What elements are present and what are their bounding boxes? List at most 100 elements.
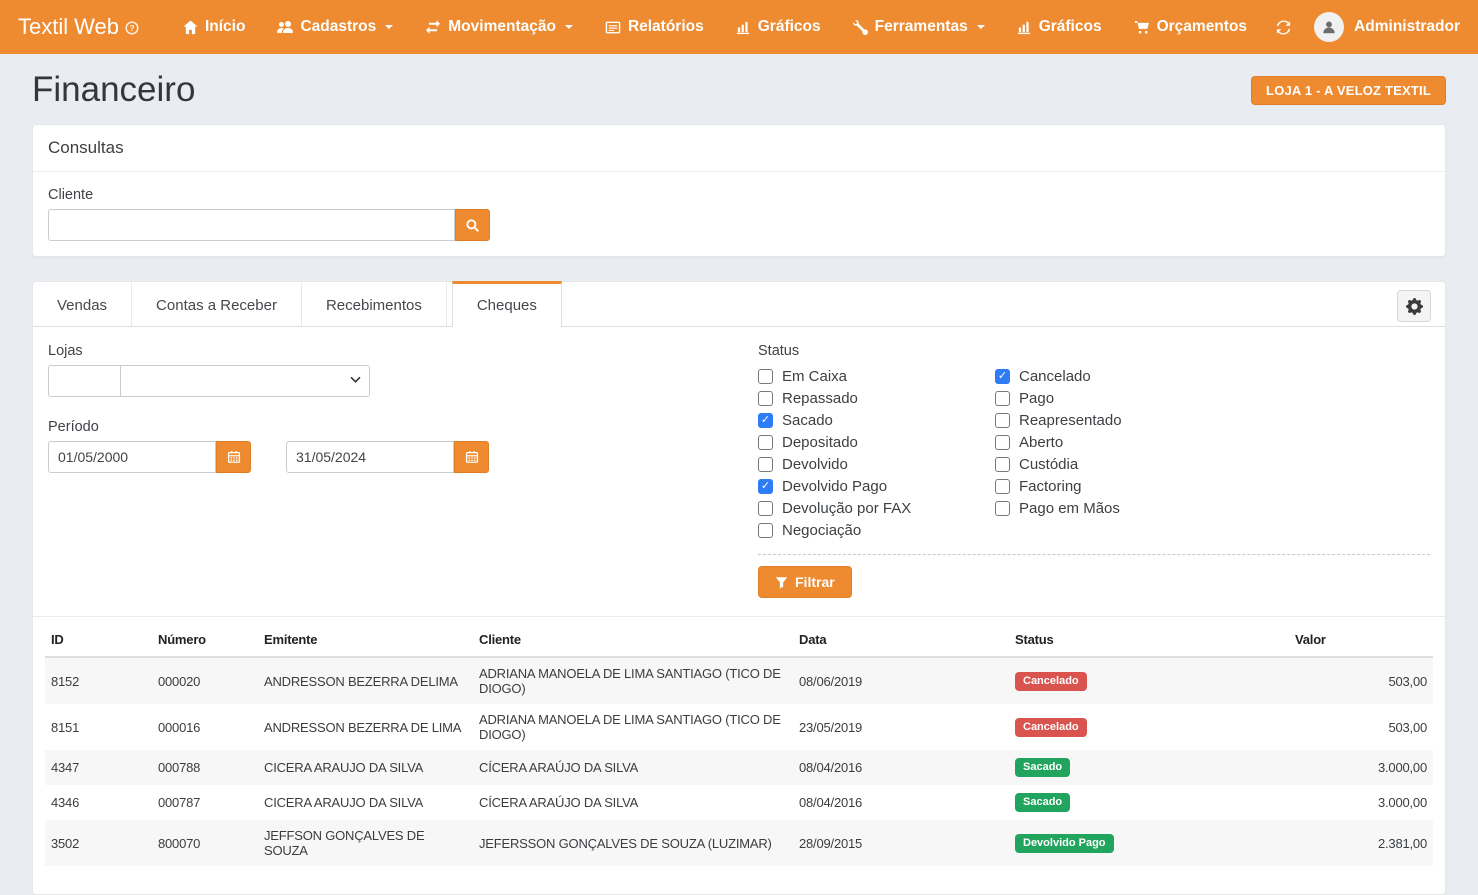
checkbox-box[interactable] bbox=[995, 435, 1010, 450]
tab-recebimentos[interactable]: Recebimentos bbox=[302, 281, 447, 326]
cart-icon bbox=[1134, 20, 1150, 35]
status-checkbox-em-caixa[interactable]: Em Caixa bbox=[758, 365, 995, 387]
status-checkbox-pago[interactable]: Pago bbox=[995, 387, 1232, 409]
bar-chart-icon bbox=[1017, 20, 1032, 35]
checkbox-box[interactable] bbox=[995, 369, 1010, 384]
nav-item-cadastros[interactable]: Cadastros bbox=[261, 0, 409, 54]
status-checkbox-factoring[interactable]: Factoring bbox=[995, 475, 1232, 497]
checkbox-box[interactable] bbox=[995, 457, 1010, 472]
status-checkbox-depositado[interactable]: Depositado bbox=[758, 431, 995, 453]
tab-label: Recebimentos bbox=[326, 297, 422, 314]
store-selector-button[interactable]: LOJA 1 - A VELOZ TEXTIL bbox=[1251, 76, 1446, 105]
status-checkbox-pago-em-maos[interactable]: Pago em Mãos bbox=[995, 497, 1232, 519]
table-row: 8152000020ANDRESSON BEZERRA DELIMAADRIAN… bbox=[45, 657, 1433, 704]
status-badge: Devolvido Pago bbox=[1015, 834, 1114, 853]
cell-data: 28/09/2015 bbox=[793, 820, 1009, 866]
date-from-input[interactable] bbox=[48, 441, 216, 473]
cell-emitente: CICERA ARAUJO DA SILVA bbox=[258, 750, 473, 785]
status-badge: Cancelado bbox=[1015, 718, 1087, 737]
loja-code-input[interactable] bbox=[48, 365, 121, 397]
tab-vendas[interactable]: Vendas bbox=[33, 281, 132, 326]
cell-data: 08/04/2016 bbox=[793, 750, 1009, 785]
date-to-input[interactable] bbox=[286, 441, 454, 473]
cell-cliente: ADRIANA MANOELA DE LIMA SANTIAGO (TICO D… bbox=[473, 657, 793, 704]
filter-icon bbox=[775, 576, 788, 589]
status-checkbox-negociacao[interactable]: Negociação bbox=[758, 519, 995, 541]
date-to-calendar-button[interactable] bbox=[454, 441, 489, 473]
search-button[interactable] bbox=[455, 209, 490, 241]
settings-button[interactable] bbox=[1397, 290, 1431, 322]
checkbox-box[interactable] bbox=[758, 479, 773, 494]
date-from-calendar-button[interactable] bbox=[216, 441, 251, 473]
question-circle-icon[interactable]: ? bbox=[125, 21, 139, 35]
checkbox-box[interactable] bbox=[758, 501, 773, 516]
cell-cliente: CÍCERA ARAÚJO DA SILVA bbox=[473, 785, 793, 820]
status-checkbox-aberto[interactable]: Aberto bbox=[995, 431, 1232, 453]
bar-chart-icon bbox=[736, 20, 751, 35]
table-row: 8151000016ANDRESSON BEZERRA DE LIMAADRIA… bbox=[45, 704, 1433, 750]
cheques-table: IDNúmeroEmitenteClienteDataStatusValor 8… bbox=[45, 623, 1433, 866]
nav-item-inicio[interactable]: Início bbox=[167, 0, 261, 54]
status-checkbox-custodia[interactable]: Custódia bbox=[995, 453, 1232, 475]
status-checkbox-devolvido[interactable]: Devolvido bbox=[758, 453, 995, 475]
nav-item-relatorios[interactable]: Relatórios bbox=[589, 0, 720, 54]
table-row: 3502800070JEFFSON GONÇALVES DE SOUZAJEFE… bbox=[45, 820, 1433, 866]
column-header-data: Data bbox=[793, 623, 1009, 657]
cell-cliente: JEFERSSON GONÇALVES DE SOUZA (LUZIMAR) bbox=[473, 820, 793, 866]
nav-item-orcamentos[interactable]: Orçamentos bbox=[1118, 0, 1263, 54]
cell-valor: 2.381,00 bbox=[1289, 820, 1433, 866]
checkbox-box[interactable] bbox=[758, 413, 773, 428]
nav-item-label: Gráficos bbox=[1039, 18, 1102, 36]
status-checkbox-devolvido-pago[interactable]: Devolvido Pago bbox=[758, 475, 995, 497]
checkbox-box[interactable] bbox=[758, 369, 773, 384]
cell-cliente: CÍCERA ARAÚJO DA SILVA bbox=[473, 750, 793, 785]
checkbox-box[interactable] bbox=[758, 391, 773, 406]
status-checkbox-sacado[interactable]: Sacado bbox=[758, 409, 995, 431]
status-checkbox-reapresentado[interactable]: Reapresentado bbox=[995, 409, 1232, 431]
checkbox-box[interactable] bbox=[995, 413, 1010, 428]
person-icon bbox=[1321, 19, 1337, 35]
cliente-input[interactable] bbox=[48, 209, 455, 241]
checkbox-label: Sacado bbox=[782, 412, 833, 429]
checkbox-box[interactable] bbox=[995, 479, 1010, 494]
page-title: Financeiro bbox=[32, 70, 195, 110]
cell-status: Cancelado bbox=[1009, 704, 1289, 750]
status-column-1: Em Caixa Repassado Sacado Depositado Dev… bbox=[758, 365, 995, 541]
exchange-icon bbox=[425, 19, 441, 35]
checkbox-box[interactable] bbox=[758, 523, 773, 538]
nav-item-graficos[interactable]: Gráficos bbox=[720, 0, 837, 54]
financeiro-tabs-panel: VendasContas a Receber Recebimentos Cheque… bbox=[32, 281, 1446, 895]
checkbox-box[interactable] bbox=[758, 435, 773, 450]
tab-contas-a-receber[interactable]: Contas a Receber bbox=[132, 281, 302, 326]
brand-text-bold: Textil bbox=[18, 14, 68, 40]
status-label: Status bbox=[758, 343, 1430, 359]
status-checkbox-cancelado[interactable]: Cancelado bbox=[995, 365, 1232, 387]
filter-button[interactable]: Filtrar bbox=[758, 566, 852, 598]
status-checkbox-repassado[interactable]: Repassado bbox=[758, 387, 995, 409]
checkbox-label: Custódia bbox=[1019, 456, 1078, 473]
column-header-valor: Valor bbox=[1289, 623, 1433, 657]
loja-select[interactable] bbox=[121, 365, 370, 397]
checkbox-box[interactable] bbox=[758, 457, 773, 472]
cell-numero: 800070 bbox=[152, 820, 258, 866]
cell-data: 23/05/2019 bbox=[793, 704, 1009, 750]
status-checkbox-devolucao-por-fax[interactable]: Devolução por FAX bbox=[758, 497, 995, 519]
nav-item-movimentacao[interactable]: Movimentação bbox=[409, 0, 589, 54]
nav-item-label: Início bbox=[205, 18, 245, 36]
checkbox-box[interactable] bbox=[995, 501, 1010, 516]
cell-valor: 3.000,00 bbox=[1289, 750, 1433, 785]
tab-cheques[interactable]: Cheques bbox=[452, 281, 562, 327]
brand-text-light: Web bbox=[74, 14, 119, 40]
svg-text:?: ? bbox=[130, 24, 135, 33]
caret-down-icon bbox=[385, 25, 393, 29]
cliente-label: Cliente bbox=[48, 187, 1430, 203]
brand-logo[interactable]: TextilWeb ? bbox=[18, 14, 139, 40]
cell-emitente: ANDRESSON BEZERRA DE LIMA bbox=[258, 704, 473, 750]
nav-item-ferramentas[interactable]: Ferramentas bbox=[837, 0, 1001, 54]
nav-item-graficos[interactable]: Gráficos bbox=[1001, 0, 1118, 54]
refresh-icon[interactable] bbox=[1275, 19, 1292, 36]
checkbox-box[interactable] bbox=[995, 391, 1010, 406]
cell-valor: 3.000,00 bbox=[1289, 785, 1433, 820]
user-menu[interactable]: Administrador bbox=[1314, 12, 1460, 42]
periodo-label: Período bbox=[48, 419, 758, 435]
